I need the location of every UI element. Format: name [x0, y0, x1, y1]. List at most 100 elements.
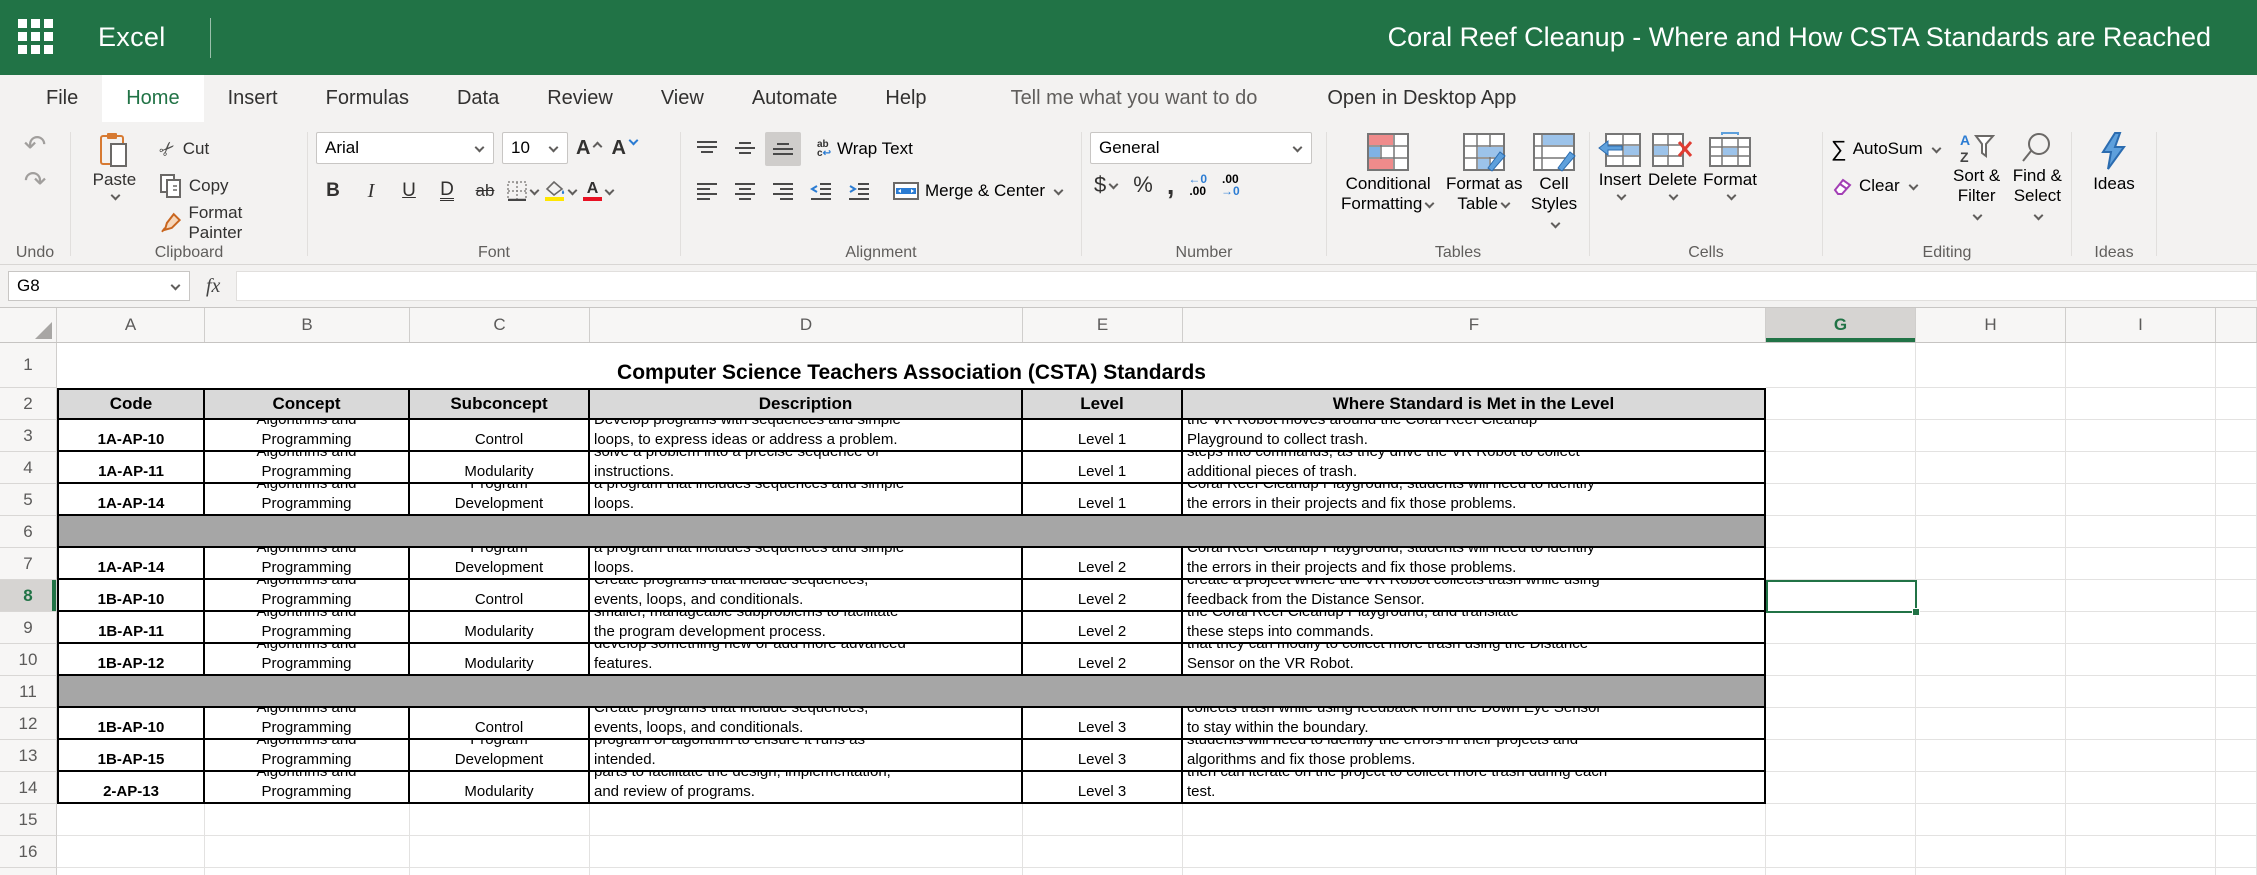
cell-B13[interactable]: Algorithms andProgramming [205, 740, 410, 772]
fill-color-button[interactable] [544, 174, 578, 208]
cell-D7[interactable]: a program that includes sequences and si… [590, 548, 1023, 580]
cell-D14[interactable]: parts to facilitate the design, implemen… [590, 772, 1023, 804]
cell-G11[interactable] [1766, 676, 1916, 708]
column-header-C[interactable]: C [410, 308, 590, 342]
cell-F13[interactable]: students will need to identify the error… [1183, 740, 1766, 772]
cell-F9[interactable]: the Coral Reef Cleanup Playground, and t… [1183, 612, 1766, 644]
currency-button[interactable]: $ [1094, 172, 1119, 198]
cell-J13[interactable] [2216, 740, 2257, 772]
cell-D8[interactable]: Create programs that include sequences,e… [590, 580, 1023, 612]
cell-B16[interactable] [205, 836, 410, 868]
fill-handle[interactable] [1912, 608, 1920, 616]
cell-B8[interactable]: Algorithms andProgramming [205, 580, 410, 612]
cell-E8[interactable]: Level 2 [1023, 580, 1183, 612]
tab-automate[interactable]: Automate [728, 75, 862, 122]
cell-J11[interactable] [2216, 676, 2257, 708]
number-format-select[interactable]: General [1090, 132, 1312, 164]
column-header-F[interactable]: F [1183, 308, 1766, 342]
cell-H12[interactable] [1916, 708, 2066, 740]
cell-G7[interactable] [1766, 548, 1916, 580]
cell-G17[interactable] [1766, 868, 1916, 875]
cell-C12[interactable]: Control [410, 708, 590, 740]
autosum-button[interactable]: ∑ AutoSum [1831, 136, 1942, 162]
row-header-16[interactable]: 16 [0, 836, 57, 868]
cell-E12[interactable]: Level 3 [1023, 708, 1183, 740]
cell-A8[interactable]: 1B-AP-10 [57, 580, 205, 612]
cell-C17[interactable] [410, 868, 590, 875]
separator-row-6[interactable] [57, 516, 1766, 548]
cell-D16[interactable] [590, 836, 1023, 868]
separator-row-11[interactable] [57, 676, 1766, 708]
cell-F17[interactable] [1183, 868, 1766, 875]
cell-F3[interactable]: the VR Robot moves around the Coral Reef… [1183, 420, 1766, 452]
align-top-button[interactable] [689, 132, 725, 166]
cell-F10[interactable]: that they can modify to collect more tra… [1183, 644, 1766, 676]
cell-J15[interactable] [2216, 804, 2257, 836]
cell-J2[interactable] [2216, 388, 2257, 420]
table-header-E2[interactable]: Level [1023, 388, 1183, 420]
cell-G16[interactable] [1766, 836, 1916, 868]
increase-decimal-button[interactable]: ←0 .00 [1188, 173, 1207, 197]
cell-A9[interactable]: 1B-AP-11 [57, 612, 205, 644]
cell-A5[interactable]: 1A-AP-14 [57, 484, 205, 516]
cell-H13[interactable] [1916, 740, 2066, 772]
cell-J1[interactable] [2216, 343, 2257, 388]
cell-H5[interactable] [1916, 484, 2066, 516]
cell-F16[interactable] [1183, 836, 1766, 868]
cell-F15[interactable] [1183, 804, 1766, 836]
row-header-11[interactable]: 11 [0, 676, 57, 708]
table-header-F2[interactable]: Where Standard is Met in the Level [1183, 388, 1766, 420]
cell-G2[interactable] [1766, 388, 1916, 420]
cell-H8[interactable] [1916, 580, 2066, 612]
cell-B5[interactable]: Algorithms andProgramming [205, 484, 410, 516]
formula-input[interactable] [236, 271, 2257, 301]
format-cells-button[interactable]: Format [1703, 132, 1757, 244]
column-header-B[interactable]: B [205, 308, 410, 342]
align-left-button[interactable] [689, 174, 725, 208]
cell-A12[interactable]: 1B-AP-10 [57, 708, 205, 740]
merge-center-button[interactable]: Merge & Center [893, 181, 1064, 201]
cell-I1[interactable] [2066, 343, 2216, 388]
cell-B12[interactable]: Algorithms andProgramming [205, 708, 410, 740]
cell-J16[interactable] [2216, 836, 2257, 868]
app-name[interactable]: Excel [98, 22, 166, 53]
italic-button[interactable]: I [354, 174, 388, 208]
increase-font-button[interactable]: A [576, 137, 603, 160]
insert-cells-button[interactable]: Insert [1598, 132, 1642, 244]
cell-B3[interactable]: Algorithms andProgramming [205, 420, 410, 452]
row-header-15[interactable]: 15 [0, 804, 57, 836]
ideas-button[interactable]: Ideas [2093, 132, 2135, 244]
cell-I8[interactable] [2066, 580, 2216, 612]
cell-I7[interactable] [2066, 548, 2216, 580]
tab-data[interactable]: Data [433, 75, 523, 122]
row-header-10[interactable]: 10 [0, 644, 57, 676]
align-right-button[interactable] [765, 174, 801, 208]
paste-button[interactable]: Paste [79, 132, 150, 244]
column-header-overflow[interactable] [2216, 308, 2257, 342]
cell-H9[interactable] [1916, 612, 2066, 644]
cell-H6[interactable] [1916, 516, 2066, 548]
cell-C9[interactable]: Modularity [410, 612, 590, 644]
cell-G6[interactable] [1766, 516, 1916, 548]
cell-E7[interactable]: Level 2 [1023, 548, 1183, 580]
cell-I11[interactable] [2066, 676, 2216, 708]
cell-D13[interactable]: program or algorithm to ensure it runs a… [590, 740, 1023, 772]
cell-B7[interactable]: Algorithms andProgramming [205, 548, 410, 580]
sheet-title-cell[interactable]: Computer Science Teachers Association (C… [57, 343, 1766, 388]
cell-H4[interactable] [1916, 452, 2066, 484]
font-name-select[interactable]: Arial [316, 132, 494, 164]
row-header-7[interactable]: 7 [0, 548, 57, 580]
cell-C4[interactable]: Modularity [410, 452, 590, 484]
cell-C7[interactable]: ProgramDevelopment [410, 548, 590, 580]
cell-G12[interactable] [1766, 708, 1916, 740]
cell-J5[interactable] [2216, 484, 2257, 516]
cell-G13[interactable] [1766, 740, 1916, 772]
app-launcher-icon[interactable] [18, 19, 56, 57]
cell-B15[interactable] [205, 804, 410, 836]
cell-G4[interactable] [1766, 452, 1916, 484]
cell-I3[interactable] [2066, 420, 2216, 452]
row-header-6[interactable]: 6 [0, 516, 57, 548]
cell-H1[interactable] [1916, 343, 2066, 388]
align-bottom-button[interactable] [765, 132, 801, 166]
cell-B17[interactable] [205, 868, 410, 875]
